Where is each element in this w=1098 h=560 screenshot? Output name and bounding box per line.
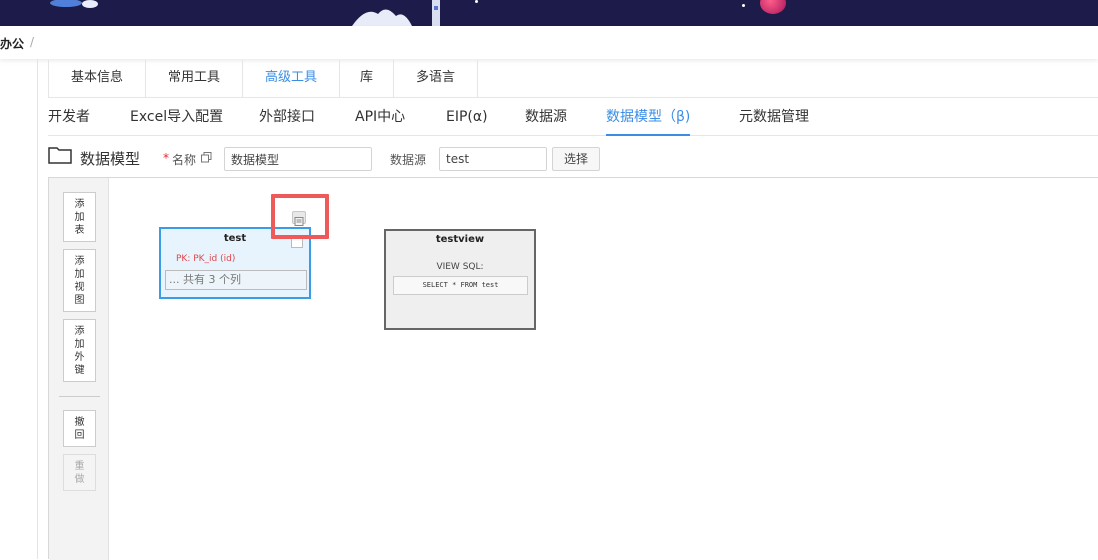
- tab-common-tools[interactable]: 常用工具: [146, 60, 243, 97]
- tab-data-model[interactable]: 数据模型（β): [606, 98, 691, 136]
- canvas-toolbar: 添 加 表 添 加 视 图 添 加 外 键 撤 回 重 做: [49, 178, 109, 560]
- add-table-char: 加: [74, 212, 85, 223]
- add-table-char: 添: [74, 199, 85, 210]
- name-input[interactable]: [224, 147, 372, 171]
- page-title: 数据模型: [80, 150, 141, 168]
- add-view-char: 视: [74, 282, 85, 293]
- rocket-illustration-icon: [352, 0, 440, 26]
- view-sql-text: SELECT * FROM test: [393, 276, 528, 295]
- tab-advanced-tools[interactable]: 高级工具: [243, 60, 340, 97]
- planet-illustration-icon: [760, 0, 786, 14]
- columns-summary[interactable]: ... 共有 3 个列: [165, 270, 307, 290]
- required-mark: *: [163, 151, 169, 165]
- tab-excel-import[interactable]: Excel导入配置: [130, 98, 223, 136]
- tab-multilanguage[interactable]: 多语言: [394, 60, 478, 97]
- datasource-input[interactable]: [439, 147, 547, 171]
- tab-api-center[interactable]: API中心: [355, 98, 405, 136]
- add-fk-char: 键: [74, 365, 85, 376]
- toolbar-divider: [59, 396, 100, 397]
- side-rail-divider: [37, 59, 38, 559]
- add-table-button[interactable]: 添 加 表: [63, 192, 96, 242]
- datasource-label: 数据源: [390, 153, 427, 167]
- redo-button[interactable]: 重 做: [63, 454, 96, 491]
- tab-developer[interactable]: 开发者: [48, 98, 90, 136]
- undo-char: 回: [74, 430, 85, 441]
- tab-external-api[interactable]: 外部接口: [259, 98, 315, 136]
- view-node-testview[interactable]: testview VIEW SQL: SELECT * FROM test: [384, 229, 536, 330]
- add-fk-char: 加: [74, 339, 85, 350]
- view-sql-label: VIEW SQL:: [436, 262, 484, 272]
- primary-tabs: 基本信息 常用工具 高级工具 库 多语言: [48, 60, 1098, 98]
- tab-basic-info[interactable]: 基本信息: [48, 60, 146, 97]
- model-form-row: 数据模型 * 名称 数据源 选择: [48, 144, 1098, 174]
- highlight-box: [271, 194, 329, 239]
- breadcrumb-item[interactable]: 办公: [0, 35, 24, 52]
- top-banner: [0, 0, 1098, 26]
- primary-key-label: PK: PK_id (id): [176, 254, 236, 264]
- undo-char: 撤: [74, 417, 85, 428]
- add-view-char: 图: [74, 295, 85, 306]
- star-icon: [475, 0, 478, 3]
- tab-eip[interactable]: EIP(α): [446, 98, 488, 136]
- add-fk-char: 添: [74, 326, 85, 337]
- view-node-title: testview: [435, 234, 485, 245]
- add-view-button[interactable]: 添 加 视 图: [63, 249, 96, 312]
- undo-button[interactable]: 撤 回: [63, 410, 96, 447]
- add-foreign-key-button[interactable]: 添 加 外 键: [63, 319, 96, 382]
- model-canvas[interactable]: 添 加 表 添 加 视 图 添 加 外 键 撤 回 重 做 test PK: P…: [48, 177, 1098, 560]
- airplane-illustration-icon: [50, 0, 98, 8]
- tab-library[interactable]: 库: [340, 60, 394, 97]
- add-view-char: 添: [74, 256, 85, 267]
- copy-icon[interactable]: [201, 152, 212, 163]
- tab-metadata-management[interactable]: 元数据管理: [739, 98, 809, 136]
- tab-datasource[interactable]: 数据源: [525, 98, 567, 136]
- breadcrumb: 办公 /: [0, 26, 1098, 59]
- name-label: 名称: [172, 153, 197, 167]
- folder-icon: [48, 147, 72, 164]
- redo-char: 重: [74, 461, 85, 472]
- star-icon: [742, 4, 745, 7]
- select-button[interactable]: 选择: [552, 147, 600, 171]
- add-fk-char: 外: [74, 352, 85, 363]
- add-view-char: 加: [74, 269, 85, 280]
- breadcrumb-separator: /: [30, 35, 35, 49]
- secondary-tabs: 开发者 Excel导入配置 外部接口 API中心 EIP(α) 数据源 数据模型…: [48, 98, 1098, 136]
- redo-char: 做: [74, 474, 85, 485]
- add-table-char: 表: [74, 225, 85, 236]
